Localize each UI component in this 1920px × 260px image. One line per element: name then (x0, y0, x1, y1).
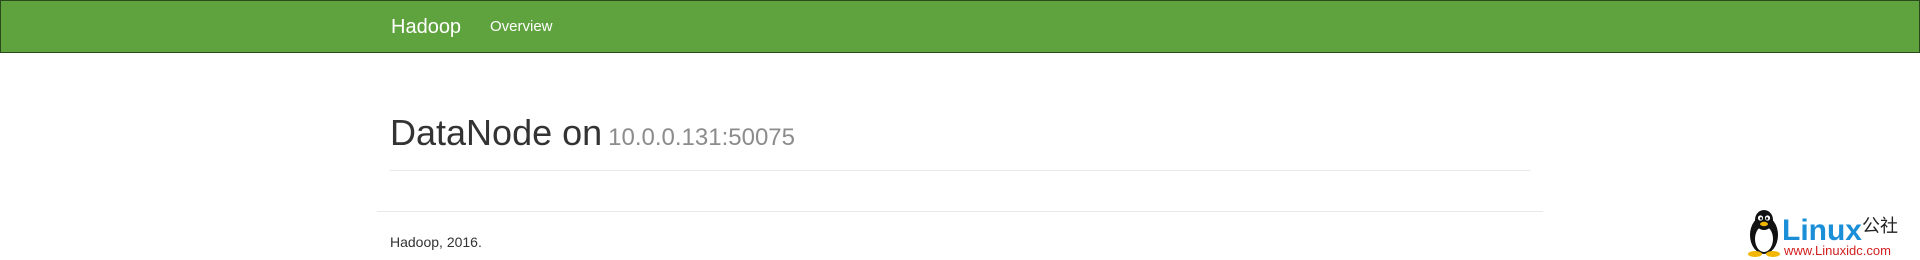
datanode-host: 10.0.0.131:50075 (608, 124, 795, 151)
footer-text: Hadoop, 2016. (390, 234, 482, 250)
footer-divider (377, 211, 1543, 212)
page-title: DataNode on 10.0.0.131:50075 (390, 112, 795, 159)
watermark-logo: Linux公社 www.Linuxidc.com (1744, 208, 1914, 258)
tux-penguin-icon (1748, 210, 1780, 257)
brand-link[interactable]: Hadoop (391, 15, 461, 39)
page-header: DataNode on 10.0.0.131:50075 (390, 108, 1530, 171)
page-title-label: DataNode on (390, 112, 603, 153)
top-navbar: Hadoop Overview (0, 0, 1920, 53)
nav-link-overview[interactable]: Overview (490, 18, 553, 36)
watermark-url: www.Linuxidc.com (1784, 243, 1891, 258)
